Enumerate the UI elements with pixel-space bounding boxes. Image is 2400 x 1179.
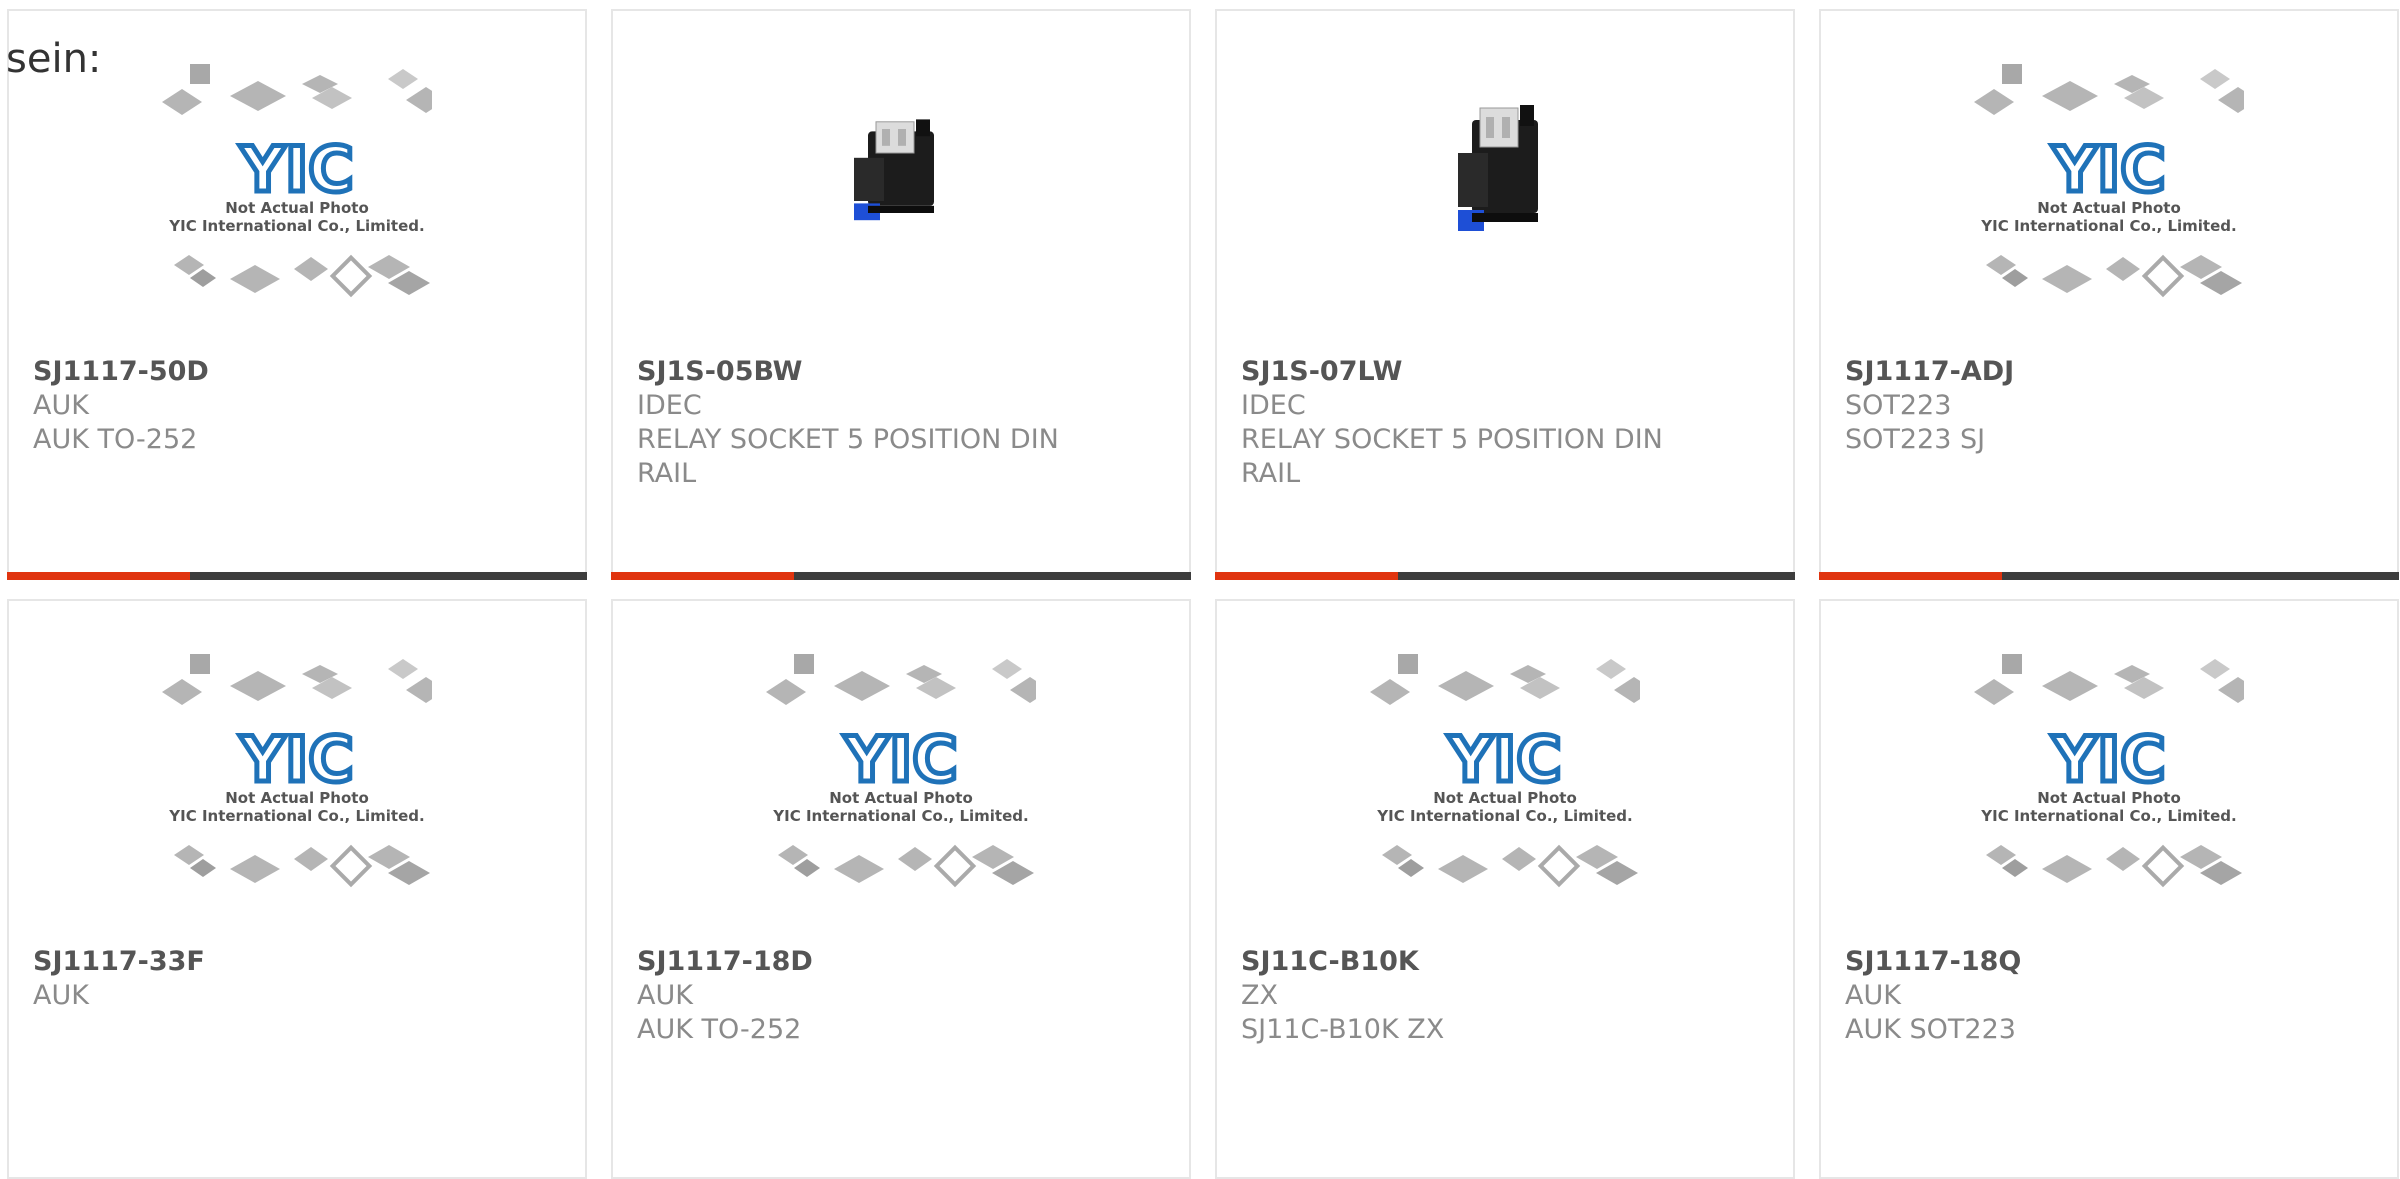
svg-text:Not Actual Photo: Not Actual Photo (2037, 789, 2181, 807)
product-card[interactable]: YIC Not Actual Photo YIC International C… (1819, 599, 2399, 1179)
product-image[interactable] (613, 11, 1189, 347)
card-bottom-bar (1215, 572, 1795, 580)
description: SOT223 SJ (1845, 424, 1986, 455)
yic-placeholder-photo: YIC Not Actual Photo YIC International C… (162, 59, 432, 299)
yic-placeholder-photo: YIC Not Actual Photo YIC International C… (1370, 649, 1640, 889)
product-card[interactable]: YIC Not Actual Photo YIC International C… (7, 9, 587, 580)
relay-socket-photo (846, 117, 956, 241)
description: AUK SOT223 (1845, 1014, 2016, 1045)
yic-placeholder-photo: YIC Not Actual Photo YIC International C… (162, 649, 432, 889)
svg-text:YIC International Co., Limited: YIC International Co., Limited. (1980, 217, 2236, 235)
svg-text:YIC International Co., Limited: YIC International Co., Limited. (1980, 807, 2236, 825)
manufacturer: ZX (1241, 980, 1278, 1011)
product-image[interactable] (1217, 11, 1793, 347)
svg-text:YIC International Co., Limited: YIC International Co., Limited. (772, 807, 1028, 825)
description-continued: RAIL (1241, 458, 1301, 489)
part-number[interactable]: SJ1117-ADJ (1845, 355, 2373, 389)
yic-logo-text: YIC (2051, 133, 2165, 206)
description: SJ11C-B10K ZX (1241, 1014, 1445, 1045)
yic-logo-text: YIC (843, 723, 957, 796)
part-number[interactable]: SJ1S-07LW (1241, 355, 1769, 389)
relay-socket-photo (1450, 102, 1560, 256)
manufacturer: AUK (637, 980, 693, 1011)
yic-logo-text: YIC (2051, 723, 2165, 796)
product-card[interactable]: YIC Not Actual Photo YIC International C… (7, 599, 587, 1179)
card-bottom-bar (1819, 572, 2399, 580)
manufacturer: IDEC (1241, 390, 1306, 421)
part-number[interactable]: SJ11C-B10K (1241, 945, 1769, 979)
card-bottom-bar (611, 572, 1191, 580)
manufacturer: SOT223 (1845, 390, 1952, 421)
yic-logo-text: YIC (239, 723, 353, 796)
manufacturer: AUK (33, 390, 89, 421)
yic-placeholder-photo: YIC Not Actual Photo YIC International C… (1974, 59, 2244, 299)
svg-text:YIC International Co., Limited: YIC International Co., Limited. (168, 217, 424, 235)
product-card[interactable]: YIC Not Actual Photo YIC International C… (1215, 599, 1795, 1179)
description: AUK TO-252 (637, 1014, 802, 1045)
svg-text:Not Actual Photo: Not Actual Photo (2037, 199, 2181, 217)
svg-text:YIC International Co., Limited: YIC International Co., Limited. (1376, 807, 1632, 825)
svg-text:Not Actual Photo: Not Actual Photo (225, 199, 369, 217)
yic-placeholder-photo: YIC Not Actual Photo YIC International C… (1974, 649, 2244, 889)
product-card[interactable]: SJ1S-07LW IDEC RELAY SOCKET 5 POSITION D… (1215, 9, 1795, 580)
yic-logo-text: YIC (1447, 723, 1561, 796)
product-image[interactable]: YIC Not Actual Photo YIC International C… (1821, 11, 2397, 347)
yic-logo-text: YIC (239, 133, 353, 206)
card-bottom-bar (7, 572, 587, 580)
description: RELAY SOCKET 5 POSITION DIN (1241, 424, 1663, 455)
product-card[interactable]: SJ1S-05BW IDEC RELAY SOCKET 5 POSITION D… (611, 9, 1191, 580)
svg-text:Not Actual Photo: Not Actual Photo (1433, 789, 1577, 807)
product-card[interactable]: YIC Not Actual Photo YIC International C… (1819, 9, 2399, 580)
part-number[interactable]: SJ1117-18D (637, 945, 1165, 979)
yic-placeholder-photo: YIC Not Actual Photo YIC International C… (766, 649, 1036, 889)
product-image[interactable]: YIC Not Actual Photo YIC International C… (1217, 601, 1793, 937)
product-card[interactable]: YIC Not Actual Photo YIC International C… (611, 599, 1191, 1179)
part-number[interactable]: SJ1117-33F (33, 945, 561, 979)
part-number[interactable]: SJ1117-18Q (1845, 945, 2373, 979)
description: RELAY SOCKET 5 POSITION DIN (637, 424, 1059, 455)
product-image[interactable]: YIC Not Actual Photo YIC International C… (613, 601, 1189, 937)
product-image[interactable]: YIC Not Actual Photo YIC International C… (9, 601, 585, 937)
description-continued: RAIL (637, 458, 697, 489)
manufacturer: AUK (1845, 980, 1901, 1011)
part-number[interactable]: SJ1S-05BW (637, 355, 1165, 389)
description: AUK TO-252 (33, 424, 198, 455)
manufacturer: AUK (33, 980, 89, 1011)
manufacturer: IDEC (637, 390, 702, 421)
svg-text:Not Actual Photo: Not Actual Photo (225, 789, 369, 807)
svg-text:YIC International Co., Limited: YIC International Co., Limited. (168, 807, 424, 825)
stray-text: sein: (6, 36, 102, 82)
svg-text:Not Actual Photo: Not Actual Photo (829, 789, 973, 807)
part-number[interactable]: SJ1117-50D (33, 355, 561, 389)
product-image[interactable]: YIC Not Actual Photo YIC International C… (1821, 601, 2397, 937)
